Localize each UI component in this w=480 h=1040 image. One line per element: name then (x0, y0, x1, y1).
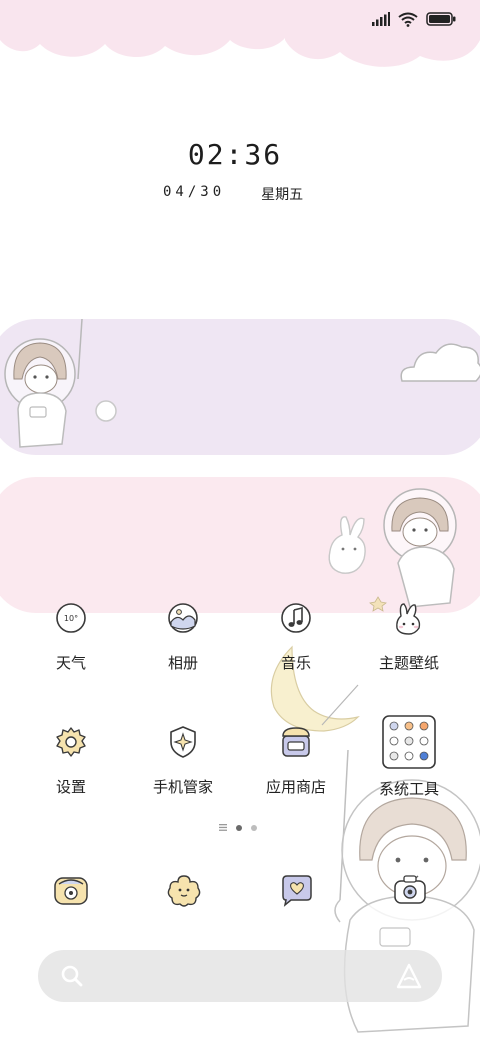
app-label-weather: 天气 (55, 654, 86, 672)
app-music[interactable]: 音乐 (241, 598, 351, 673)
status-bar (372, 8, 456, 30)
music-icon (281, 603, 311, 633)
app-label-settings: 设置 (55, 778, 86, 796)
astronaut-illustration-top (4, 319, 480, 448)
app-security[interactable]: 手机管家 (128, 722, 238, 797)
signal-icon (372, 12, 390, 26)
security-shield-icon (170, 726, 196, 758)
app-store[interactable]: 应用商店 (241, 722, 351, 797)
app-label-system-tools: 系统工具 (378, 780, 439, 798)
phone-icon[interactable] (51, 870, 91, 910)
settings-gear-icon (56, 727, 86, 757)
date-text: 04/30 (163, 184, 226, 200)
page-indicator[interactable] (219, 824, 257, 831)
search-icon[interactable] (60, 964, 84, 988)
camera-icon[interactable] (390, 870, 430, 910)
wifi-icon (398, 12, 418, 27)
weather-temp-text: 10° (64, 614, 78, 623)
app-list-icon (219, 824, 227, 831)
app-label-theme: 主题壁纸 (378, 654, 439, 672)
page-dot-2[interactable] (251, 824, 257, 831)
app-settings[interactable]: 设置 (16, 722, 126, 797)
app-system-tools[interactable]: 系统工具 (354, 714, 464, 799)
battery-icon (426, 12, 456, 26)
browser-flower-icon[interactable] (164, 870, 204, 910)
search-bar[interactable] (38, 950, 442, 1002)
theme-bunny-icon (396, 603, 421, 635)
system-tools-folder-icon (382, 715, 436, 769)
app-label-gallery: 相册 (167, 654, 198, 672)
app-gallery[interactable]: 相册 (128, 598, 238, 673)
app-store-icon (282, 727, 310, 757)
app-label-security: 手机管家 (152, 778, 213, 796)
messages-heart-icon[interactable] (277, 870, 317, 910)
gallery-icon (168, 603, 198, 633)
app-theme[interactable]: 主题壁纸 (354, 598, 464, 673)
page-dot-1[interactable] (236, 824, 242, 831)
app-label-store: 应用商店 (265, 778, 326, 796)
app-label-music: 音乐 (280, 654, 311, 672)
clock-time[interactable]: 02:36 (0, 138, 470, 171)
weather-icon: 10° (56, 603, 86, 633)
weekday-text: 星期五 (261, 187, 304, 203)
assistant-icon[interactable] (395, 962, 423, 990)
app-weather[interactable]: 10° 天气 (16, 598, 126, 673)
date-row: 04/30 星期五 (163, 184, 303, 204)
astronaut-bunny-illustration (328, 488, 457, 612)
